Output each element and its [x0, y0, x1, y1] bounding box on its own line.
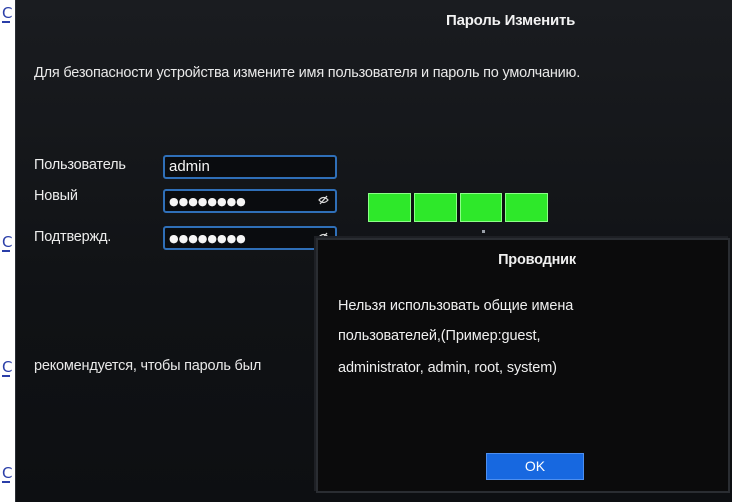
- strength-segment: [413, 193, 457, 222]
- explorer-alert-modal: Проводник Нельзя использовать общие имен…: [316, 238, 730, 493]
- hide-password-icon[interactable]: [318, 195, 329, 205]
- password-recommendation: рекомендуется, чтобы пароль был: [34, 358, 262, 374]
- new-password-input[interactable]: ●●●●●●●●: [163, 189, 337, 213]
- tick-mark: [482, 230, 485, 233]
- screen: C C C C Пароль Изменить Для безопасности…: [0, 0, 732, 502]
- modal-message-line: Нельзя использовать общие имена: [338, 298, 574, 314]
- user-label: Пользователь: [34, 157, 126, 173]
- new-password-value: ●●●●●●●●: [169, 195, 246, 208]
- security-notice: Для безопасности устройства измените имя…: [34, 65, 581, 81]
- confirm-password-label: Подтвержд.: [34, 229, 112, 245]
- strength-segment: [368, 193, 411, 222]
- modal-message-line: пользователей,(Пример:guest,: [338, 328, 541, 344]
- confirm-password-value: ●●●●●●●●: [169, 232, 246, 245]
- edge-glyph: C: [2, 464, 13, 483]
- new-password-label: Новый: [34, 188, 78, 204]
- strength-segment: [459, 193, 503, 222]
- username-input[interactable]: admin: [163, 155, 337, 179]
- strength-segment: [505, 193, 548, 222]
- edge-glyph: C: [2, 358, 13, 377]
- modal-title: Проводник: [498, 252, 576, 268]
- edge-glyph: C: [2, 233, 13, 252]
- password-strength-meter: [368, 193, 548, 222]
- modal-message-line: administrator, admin, root, system): [338, 360, 557, 376]
- edge-glyph: C: [2, 4, 13, 23]
- confirm-password-input[interactable]: ●●●●●●●●: [163, 226, 337, 250]
- dialog-title: Пароль Изменить: [446, 12, 576, 29]
- ok-button[interactable]: OK: [486, 453, 584, 480]
- username-value: admin: [169, 158, 210, 175]
